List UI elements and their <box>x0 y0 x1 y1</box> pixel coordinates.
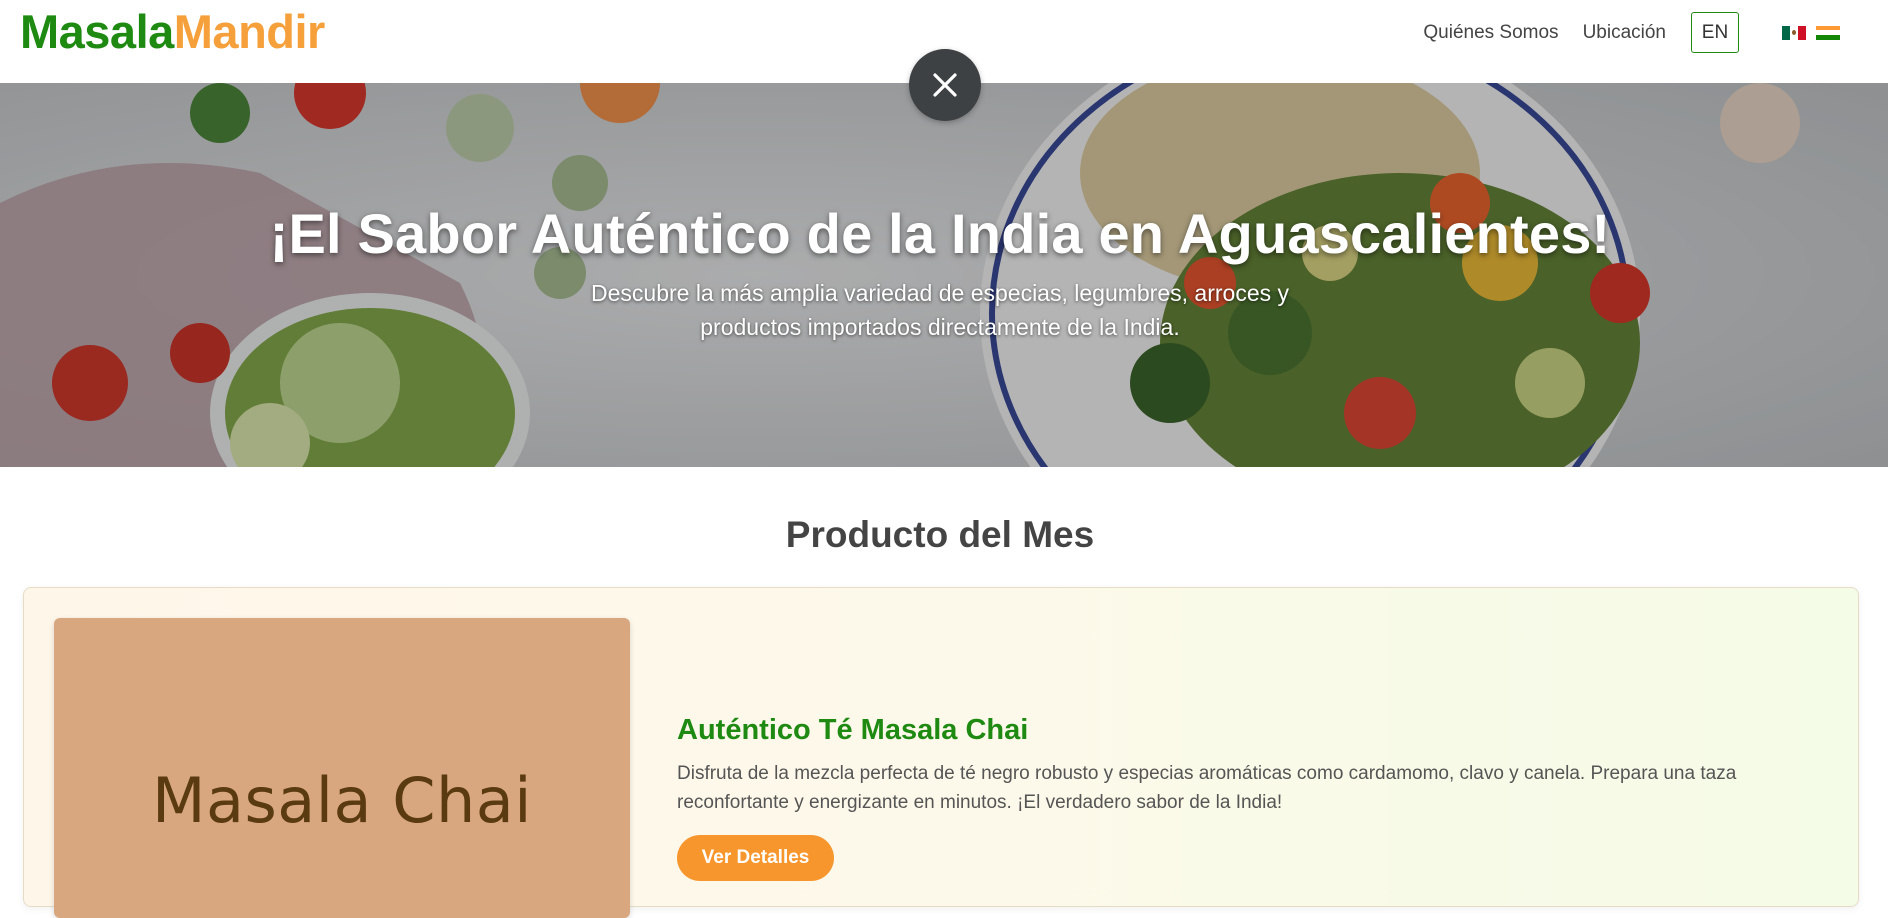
featured-product-card: Masala Chai Auténtico Té Masala Chai Dis… <box>23 587 1859 918</box>
hero-banner: ¡El Sabor Auténtico de la India en Aguas… <box>0 83 1888 467</box>
view-details-button[interactable]: Ver Detalles <box>677 835 834 881</box>
site-logo[interactable]: MasalaMandir <box>20 6 325 58</box>
logo-part-masala: Masala <box>20 5 174 58</box>
india-flag-icon[interactable] <box>1816 25 1840 40</box>
nav-link-about[interactable]: Quiénes Somos <box>1423 22 1558 44</box>
hero-title: ¡El Sabor Auténtico de la India en Aguas… <box>269 202 1611 265</box>
nav-link-location[interactable]: Ubicación <box>1583 22 1666 44</box>
section-title: Producto del Mes <box>785 514 1095 555</box>
product-name: Auténtico Té Masala Chai <box>677 714 1029 746</box>
hero-dark-overlay <box>0 83 1888 467</box>
close-popup-button[interactable] <box>909 49 981 121</box>
language-toggle-button[interactable]: EN <box>1691 12 1739 53</box>
logo-part-mandir: Mandir <box>173 5 326 58</box>
product-image[interactable]: Masala Chai <box>54 618 630 918</box>
main-nav: Quiénes Somos Ubicación EN <box>1423 12 1840 53</box>
product-description: Disfruta de la mezcla perfecta de té neg… <box>677 763 1737 813</box>
mexico-flag-icon[interactable] <box>1782 25 1806 40</box>
product-image-text: Masala Chai <box>151 764 532 837</box>
hero-subtitle: Descubre la más amplia variedad de espec… <box>591 280 1289 340</box>
close-icon <box>933 73 957 97</box>
